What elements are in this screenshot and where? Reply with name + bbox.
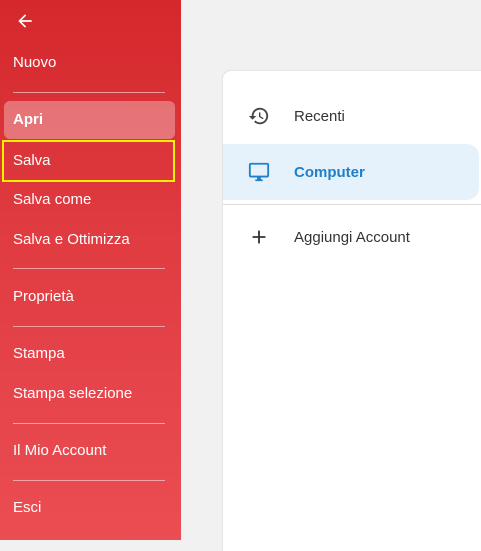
menu-item-stampa[interactable]: Stampa	[13, 344, 65, 364]
divider	[13, 423, 165, 424]
menu-item-proprieta[interactable]: Proprietà	[13, 287, 74, 307]
history-icon	[247, 104, 271, 128]
menu-item-salva-come[interactable]: Salva come	[13, 190, 91, 210]
location-computer[interactable]: Computer	[223, 144, 479, 200]
menu-item-il-mio-account[interactable]: Il Mio Account	[13, 441, 106, 461]
menu-item-esci[interactable]: Esci	[13, 498, 41, 518]
add-account-button[interactable]: Aggiungi Account	[223, 209, 481, 265]
menu-item-apri[interactable]: Apri	[4, 101, 175, 139]
location-recenti[interactable]: Recenti	[223, 88, 481, 144]
file-menu-sidebar: Nuovo Apri Salva Salva come Salva e Otti…	[0, 0, 181, 540]
location-label: Recenti	[294, 107, 345, 125]
computer-icon	[247, 160, 271, 184]
divider	[13, 268, 165, 269]
plus-icon	[247, 225, 271, 249]
divider	[13, 480, 165, 481]
divider	[223, 204, 481, 205]
location-label: Aggiungi Account	[294, 228, 410, 246]
back-arrow-icon[interactable]	[14, 10, 36, 32]
open-locations-panel: Recenti Computer Aggiungi Account	[223, 71, 481, 551]
location-label: Computer	[294, 163, 365, 181]
menu-item-stampa-selezione[interactable]: Stampa selezione	[13, 384, 132, 404]
divider	[13, 92, 165, 93]
menu-item-nuovo[interactable]: Nuovo	[13, 53, 56, 73]
menu-item-salva-e-ottimizza[interactable]: Salva e Ottimizza	[13, 230, 130, 250]
divider	[13, 326, 165, 327]
menu-item-salva[interactable]: Salva	[2, 140, 175, 182]
